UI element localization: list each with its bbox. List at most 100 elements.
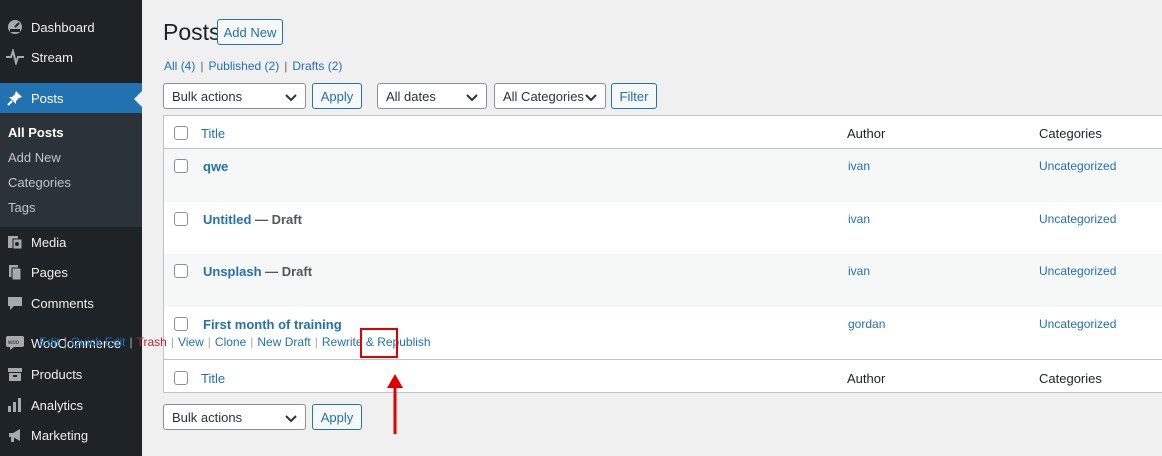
submenu-add-new[interactable]: Add New [8,150,61,165]
bulk-actions-select-bottom[interactable]: Bulk actions [163,404,306,430]
chevron-down-icon [585,91,597,106]
menu-label-products: Products [31,366,83,382]
table-footer-row: Title Author Categories [164,361,1162,394]
menu-item-pages[interactable]: Pages [0,257,142,287]
post-title-text: First month of training [203,317,342,332]
apply-button-top[interactable]: Apply [312,83,362,109]
menu-label-stream: Stream [31,49,73,65]
column-author-header: Author [847,126,886,141]
author-link[interactable]: gordan [848,317,885,331]
table-row: qwe ivan Uncategorized [164,149,1162,202]
status-filter-links: All (4) | Published (2) | Drafts (2) [164,59,342,73]
menu-item-marketing[interactable]: Marketing [0,420,142,450]
category-link[interactable]: Uncategorized [1039,159,1116,173]
menu-label-comments: Comments [31,295,94,311]
svg-text:woo: woo [7,340,20,346]
category-link[interactable]: Uncategorized [1039,264,1116,278]
category-link[interactable]: Uncategorized [1039,317,1116,331]
submenu-tags[interactable]: Tags [8,200,35,215]
categories-select[interactable]: All Categories [494,83,606,109]
filter-drafts-label: Drafts [292,59,325,73]
menu-item-stream[interactable]: Stream [0,42,142,72]
row-checkbox[interactable] [174,212,188,226]
menu-label-pages: Pages [31,264,68,280]
filter-published-count: (2) [264,59,280,73]
menu-item-posts[interactable]: Posts [0,83,142,113]
menu-label-marketing: Marketing [31,427,89,443]
action-separator: | [207,335,211,349]
quick-edit-link[interactable]: Quick Edit [71,335,126,349]
media-icon [6,233,24,251]
arrow-up-icon [387,374,403,434]
filter-separator: | [200,59,204,73]
filter-all-link[interactable]: All (4) [164,59,195,73]
comments-icon [6,294,24,312]
submenu-all-posts[interactable]: All Posts [8,125,64,140]
dates-select[interactable]: All dates [377,83,487,109]
action-separator: | [63,335,67,349]
bulk-actions-value: Bulk actions [172,88,243,104]
submenu-categories[interactable]: Categories [8,175,71,190]
post-title-text: qwe [203,159,229,174]
column-categories-header: Categories [1039,126,1102,141]
column-title-header[interactable]: Title [201,126,225,141]
column-title-footer[interactable]: Title [201,371,225,386]
filter-all-label: All [164,59,178,73]
row-checkbox[interactable] [174,317,188,331]
admin-sidebar: Dashboard Stream Posts All Posts Add New… [0,0,142,456]
filter-drafts-count: (2) [327,59,343,73]
woocommerce-icon: woo [6,334,24,352]
filter-button[interactable]: Filter [611,83,657,109]
apply-button-bottom[interactable]: Apply [312,404,362,430]
row-checkbox[interactable] [174,264,188,278]
products-icon [6,365,24,383]
menu-item-products[interactable]: Products [0,359,142,389]
menu-item-dashboard[interactable]: Dashboard [0,12,142,42]
post-title-text: Untitled [203,212,252,227]
row-checkbox[interactable] [174,159,188,173]
filter-all-count: (4) [180,59,196,73]
author-link[interactable]: ivan [848,159,870,173]
dates-value: All dates [386,88,436,104]
table-header-row: Title Author Categories [164,116,1162,149]
posts-submenu: All Posts Add New Categories Tags [0,113,142,227]
categories-value: All Categories [503,88,584,104]
new-draft-link[interactable]: New Draft [257,335,310,349]
column-categories-footer: Categories [1039,371,1102,386]
column-author-footer: Author [847,371,886,386]
table-row: First month of training gordan Uncategor… [164,307,1162,360]
post-state: — Draft [251,212,302,227]
menu-item-analytics[interactable]: Analytics [0,390,142,420]
action-separator: | [250,335,254,349]
menu-item-comments[interactable]: Comments [0,288,142,318]
pages-icon [6,263,24,281]
filter-published-link[interactable]: Published (2) [208,59,279,73]
action-separator: | [314,335,318,349]
author-link[interactable]: ivan [848,212,870,226]
view-link[interactable]: View [178,335,204,349]
trash-link[interactable]: Trash [137,335,167,349]
menu-label-posts: Posts [31,90,64,106]
menu-label-analytics: Analytics [31,397,84,413]
analytics-icon [6,396,24,414]
post-title-link[interactable]: First month of training [203,317,342,332]
clone-link[interactable]: Clone [215,335,246,349]
edit-link[interactable]: Edit [39,335,60,349]
category-link[interactable]: Uncategorized [1039,212,1116,226]
add-new-button[interactable]: Add New [217,19,283,45]
stream-icon [6,48,24,66]
filter-drafts-link[interactable]: Drafts (2) [292,59,342,73]
posts-table: Title Author Categories qwe ivan Uncateg… [163,115,1162,393]
menu-label-media: Media [31,234,67,250]
select-all-checkbox[interactable] [174,126,188,140]
post-title-text: Unsplash [203,264,262,279]
select-all-checkbox-footer[interactable] [174,371,188,385]
menu-item-media[interactable]: Media [0,227,142,257]
bulk-actions-select-top[interactable]: Bulk actions [163,83,306,109]
post-title-link[interactable]: qwe [203,159,228,174]
chevron-down-icon [466,91,478,106]
post-title-link[interactable]: Unsplash — Draft [203,264,312,279]
post-title-link[interactable]: Untitled — Draft [203,212,302,227]
bulk-actions-value: Bulk actions [172,409,243,425]
author-link[interactable]: ivan [848,264,870,278]
